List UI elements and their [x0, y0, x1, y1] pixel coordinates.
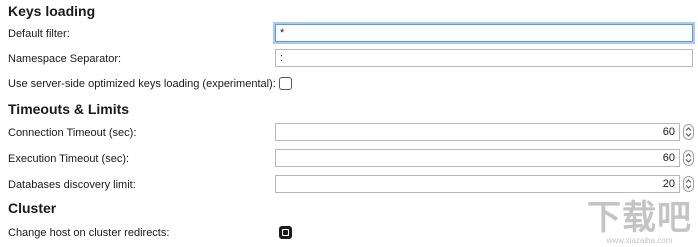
watermark-logo: 下载吧 www.xiazaiba.com: [587, 200, 692, 245]
watermark-url: www.xiazaiba.com: [606, 236, 673, 245]
section-title-timeouts-limits: Timeouts & Limits: [8, 101, 130, 117]
change-host-on-redirects-label: Change host on cluster redirects:: [8, 227, 170, 239]
execution-timeout-stepper[interactable]: [683, 150, 694, 166]
execution-timeout-input[interactable]: 60: [275, 149, 680, 167]
stepper-arrows-icon: [685, 127, 692, 137]
section-title-cluster: Cluster: [8, 200, 57, 216]
databases-discovery-limit-stepper[interactable]: [683, 176, 694, 192]
server-side-loading-checkbox[interactable]: [279, 77, 292, 90]
connection-timeout-stepper[interactable]: [683, 124, 694, 140]
change-host-on-redirects-checkbox[interactable]: [279, 226, 292, 239]
connection-timeout-input[interactable]: 60: [275, 123, 680, 141]
databases-discovery-limit-input[interactable]: 20: [275, 175, 680, 193]
namespace-separator-input[interactable]: [275, 49, 693, 67]
server-side-loading-label: Use server-side optimized keys loading (…: [8, 78, 276, 90]
stepper-arrows-icon: [685, 179, 692, 189]
watermark-brand: 下载吧: [587, 199, 692, 237]
databases-discovery-limit-label: Databases discovery limit:: [8, 179, 136, 191]
connection-settings-panel: Keys loading Default filter: Namespace S…: [0, 0, 698, 247]
section-title-keys-loading: Keys loading: [8, 3, 96, 19]
default-filter-input[interactable]: [275, 24, 693, 42]
default-filter-label: Default filter:: [8, 28, 70, 40]
execution-timeout-label: Execution Timeout (sec):: [8, 153, 130, 165]
stepper-arrows-icon: [685, 153, 692, 163]
namespace-separator-label: Namespace Separator:: [8, 53, 122, 65]
connection-timeout-label: Connection Timeout (sec):: [8, 127, 137, 139]
